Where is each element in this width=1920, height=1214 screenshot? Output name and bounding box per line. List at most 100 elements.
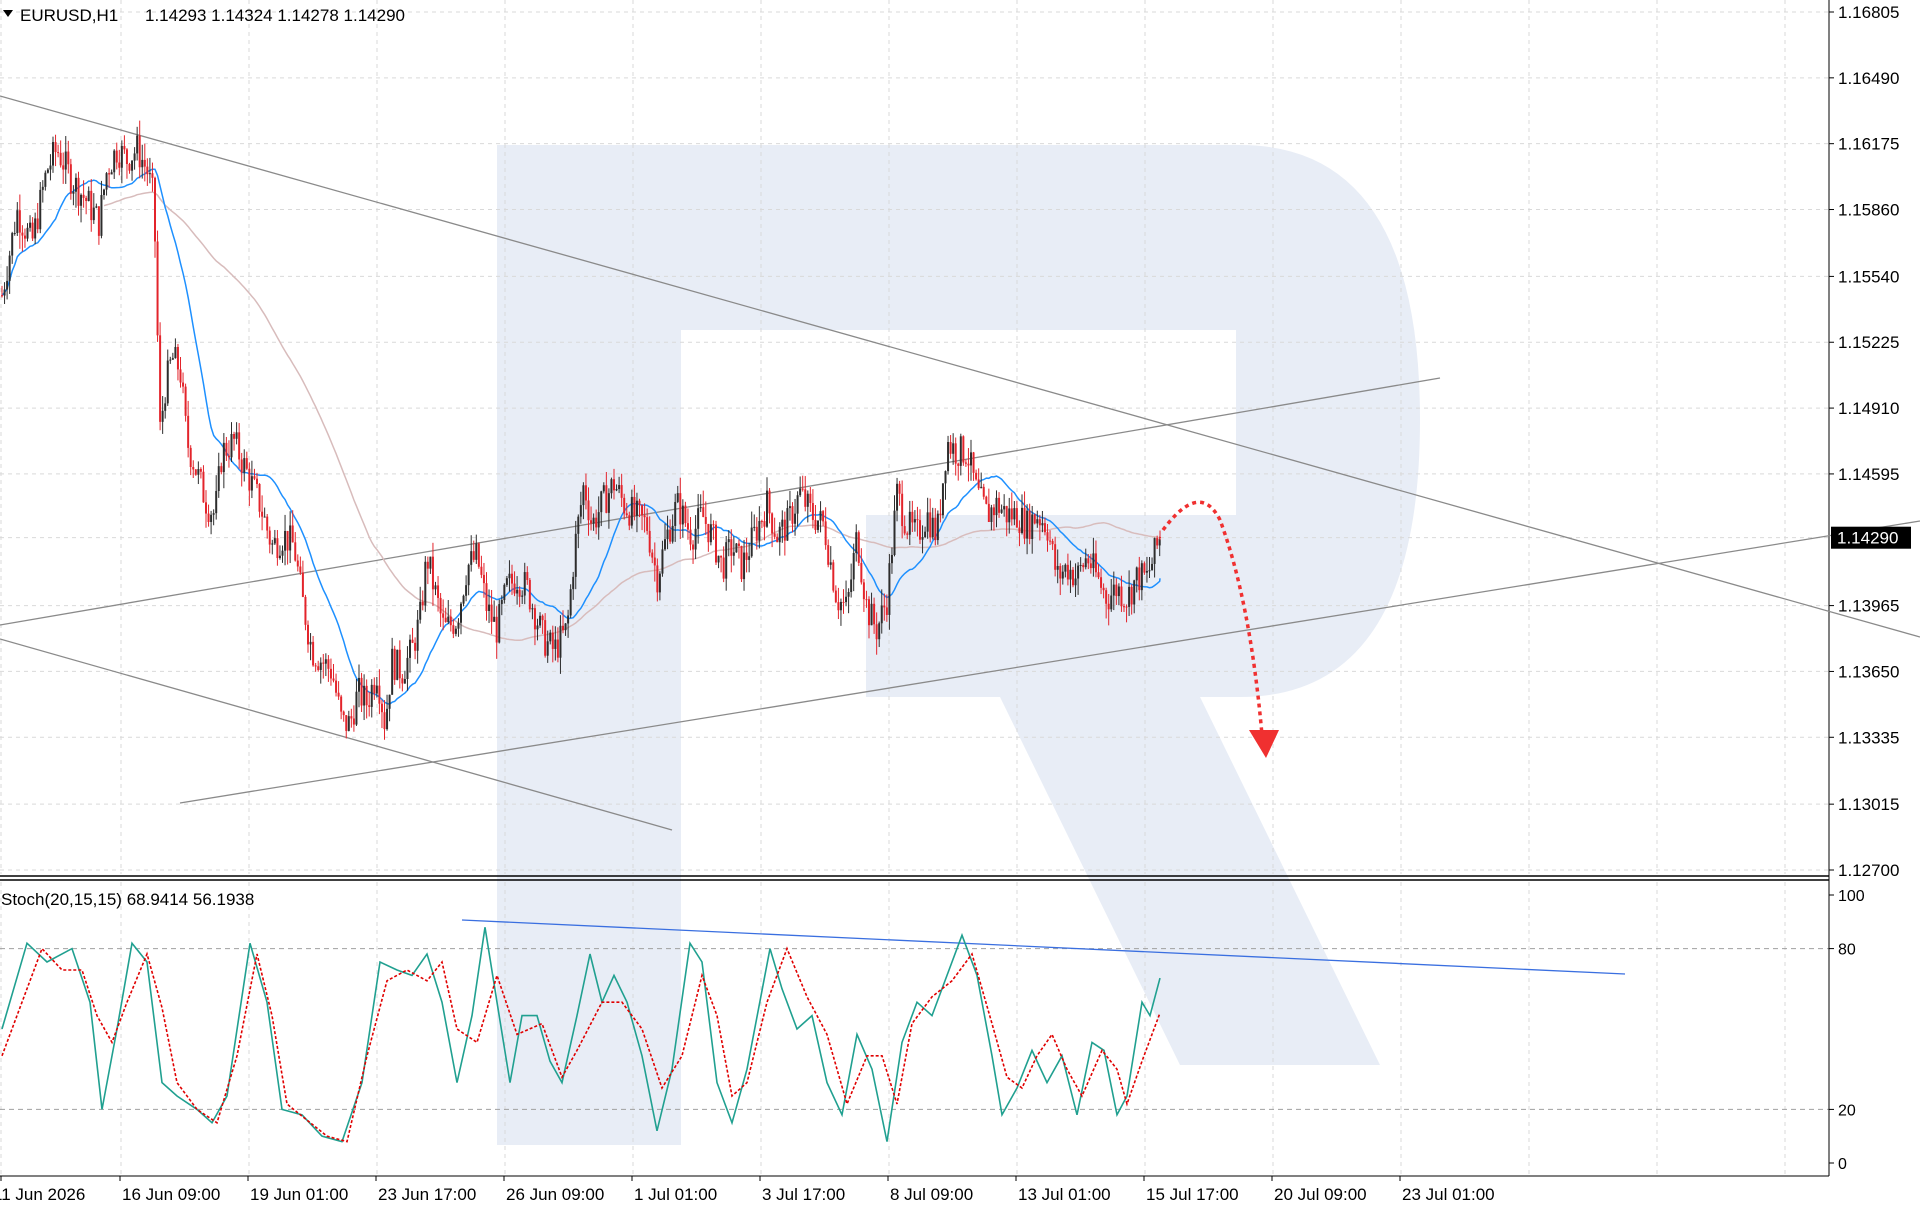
- bear-candle: [684, 505, 687, 524]
- bull-candle: [819, 511, 822, 521]
- bull-candle: [592, 517, 595, 524]
- bull-candle: [1135, 567, 1138, 581]
- bull-candle: [952, 443, 955, 454]
- bear-candle: [1105, 590, 1108, 604]
- bear-candle: [18, 210, 21, 233]
- bull-candle: [1112, 584, 1115, 596]
- bull-candle: [34, 218, 37, 239]
- bear-candle: [62, 165, 65, 170]
- bear-candle: [1143, 563, 1146, 573]
- bear-candle: [253, 476, 256, 479]
- bear-candle: [398, 649, 401, 679]
- bull-candle: [878, 623, 881, 640]
- bull-candle: [1092, 553, 1095, 569]
- time-tick-label: 15 Jul 17:00: [1146, 1185, 1239, 1204]
- bull-candle: [630, 497, 633, 526]
- bull-candle: [924, 531, 927, 538]
- bull-candle: [959, 436, 962, 466]
- price-tick-label: 1.15225: [1838, 333, 1899, 352]
- bear-candle: [562, 625, 564, 631]
- bear-candle: [842, 601, 845, 603]
- bear-candle: [118, 162, 121, 168]
- bear-candle: [85, 197, 88, 202]
- bear-candle: [1100, 577, 1103, 588]
- bull-candle: [1110, 595, 1113, 610]
- bull-candle: [1148, 570, 1151, 572]
- bear-candle: [138, 135, 141, 168]
- bull-candle: [133, 153, 136, 161]
- bull-candle: [829, 562, 832, 565]
- bear-candle: [82, 194, 85, 198]
- bull-candle: [39, 189, 42, 230]
- bull-candle: [569, 589, 572, 616]
- bear-candle: [832, 562, 835, 591]
- bear-candle: [439, 597, 442, 614]
- bear-candle: [245, 458, 248, 469]
- bear-candle: [314, 665, 317, 667]
- bull-candle: [664, 539, 666, 550]
- bull-candle: [941, 483, 944, 516]
- price-tick-label: 1.15540: [1838, 267, 1899, 286]
- eurusd-chart[interactable]: 1.16805 1.16490 1.16175 1.15860 1.15540 1.152…: [0, 0, 1920, 1214]
- bear-candle: [261, 511, 264, 517]
- bull-candle: [794, 513, 797, 524]
- bull-candle: [554, 639, 557, 649]
- bear-candle: [1046, 532, 1049, 541]
- bull-candle: [289, 525, 292, 551]
- bull-candle: [505, 578, 508, 585]
- bear-candle: [628, 515, 631, 526]
- bull-candle: [1140, 563, 1143, 591]
- bull-candle: [817, 520, 819, 530]
- bear-candle: [401, 678, 404, 684]
- bear-candle: [340, 696, 343, 712]
- bull-candle: [13, 233, 16, 235]
- bull-candle: [921, 537, 924, 540]
- bear-candle: [480, 566, 483, 575]
- bull-candle: [8, 255, 11, 281]
- bear-candle: [294, 542, 297, 561]
- bear-candle: [431, 556, 434, 590]
- bull-candle: [250, 476, 253, 491]
- bear-candle: [233, 433, 236, 439]
- bull-candle: [120, 145, 123, 168]
- bull-candle: [1003, 506, 1006, 510]
- bear-candle: [477, 543, 480, 567]
- bull-candle: [523, 572, 526, 596]
- bull-candle: [475, 543, 478, 560]
- dropdown-triangle-icon[interactable]: [3, 10, 13, 17]
- price-tick-label: 1.16805: [1838, 3, 1899, 22]
- bull-candle: [46, 169, 49, 173]
- bear-candle: [1005, 506, 1008, 523]
- bear-candle: [633, 497, 636, 516]
- bear-candle: [115, 150, 118, 163]
- bull-candle: [355, 691, 358, 725]
- bull-candle: [1041, 523, 1044, 526]
- bull-candle: [92, 207, 95, 221]
- bear-candle: [883, 605, 886, 608]
- bull-candle: [908, 511, 911, 535]
- bull-candle: [49, 165, 52, 170]
- bull-candle: [750, 527, 753, 557]
- bear-candle: [199, 469, 202, 472]
- bear-candle: [1082, 564, 1085, 568]
- bull-candle: [931, 517, 934, 538]
- ohlc-label: 1.14293 1.14324 1.14278 1.14290: [145, 6, 405, 25]
- bear-candle: [954, 443, 957, 464]
- bear-candle: [919, 520, 921, 540]
- bear-candle: [304, 596, 307, 625]
- bull-candle: [284, 530, 287, 551]
- bull-candle: [488, 604, 491, 611]
- bear-candle: [123, 145, 126, 150]
- bear-candle: [301, 572, 304, 597]
- bull-candle: [457, 622, 460, 629]
- bull-candle: [602, 485, 605, 492]
- bull-candle: [1133, 580, 1136, 605]
- bear-candle: [182, 382, 185, 387]
- bear-candle: [865, 599, 868, 601]
- bear-candle: [307, 624, 309, 645]
- watermark-logo: [497, 145, 1420, 1145]
- bear-candle: [809, 493, 812, 504]
- bull-candle: [1074, 578, 1077, 586]
- bear-candle: [773, 533, 776, 537]
- bull-candle: [363, 685, 366, 706]
